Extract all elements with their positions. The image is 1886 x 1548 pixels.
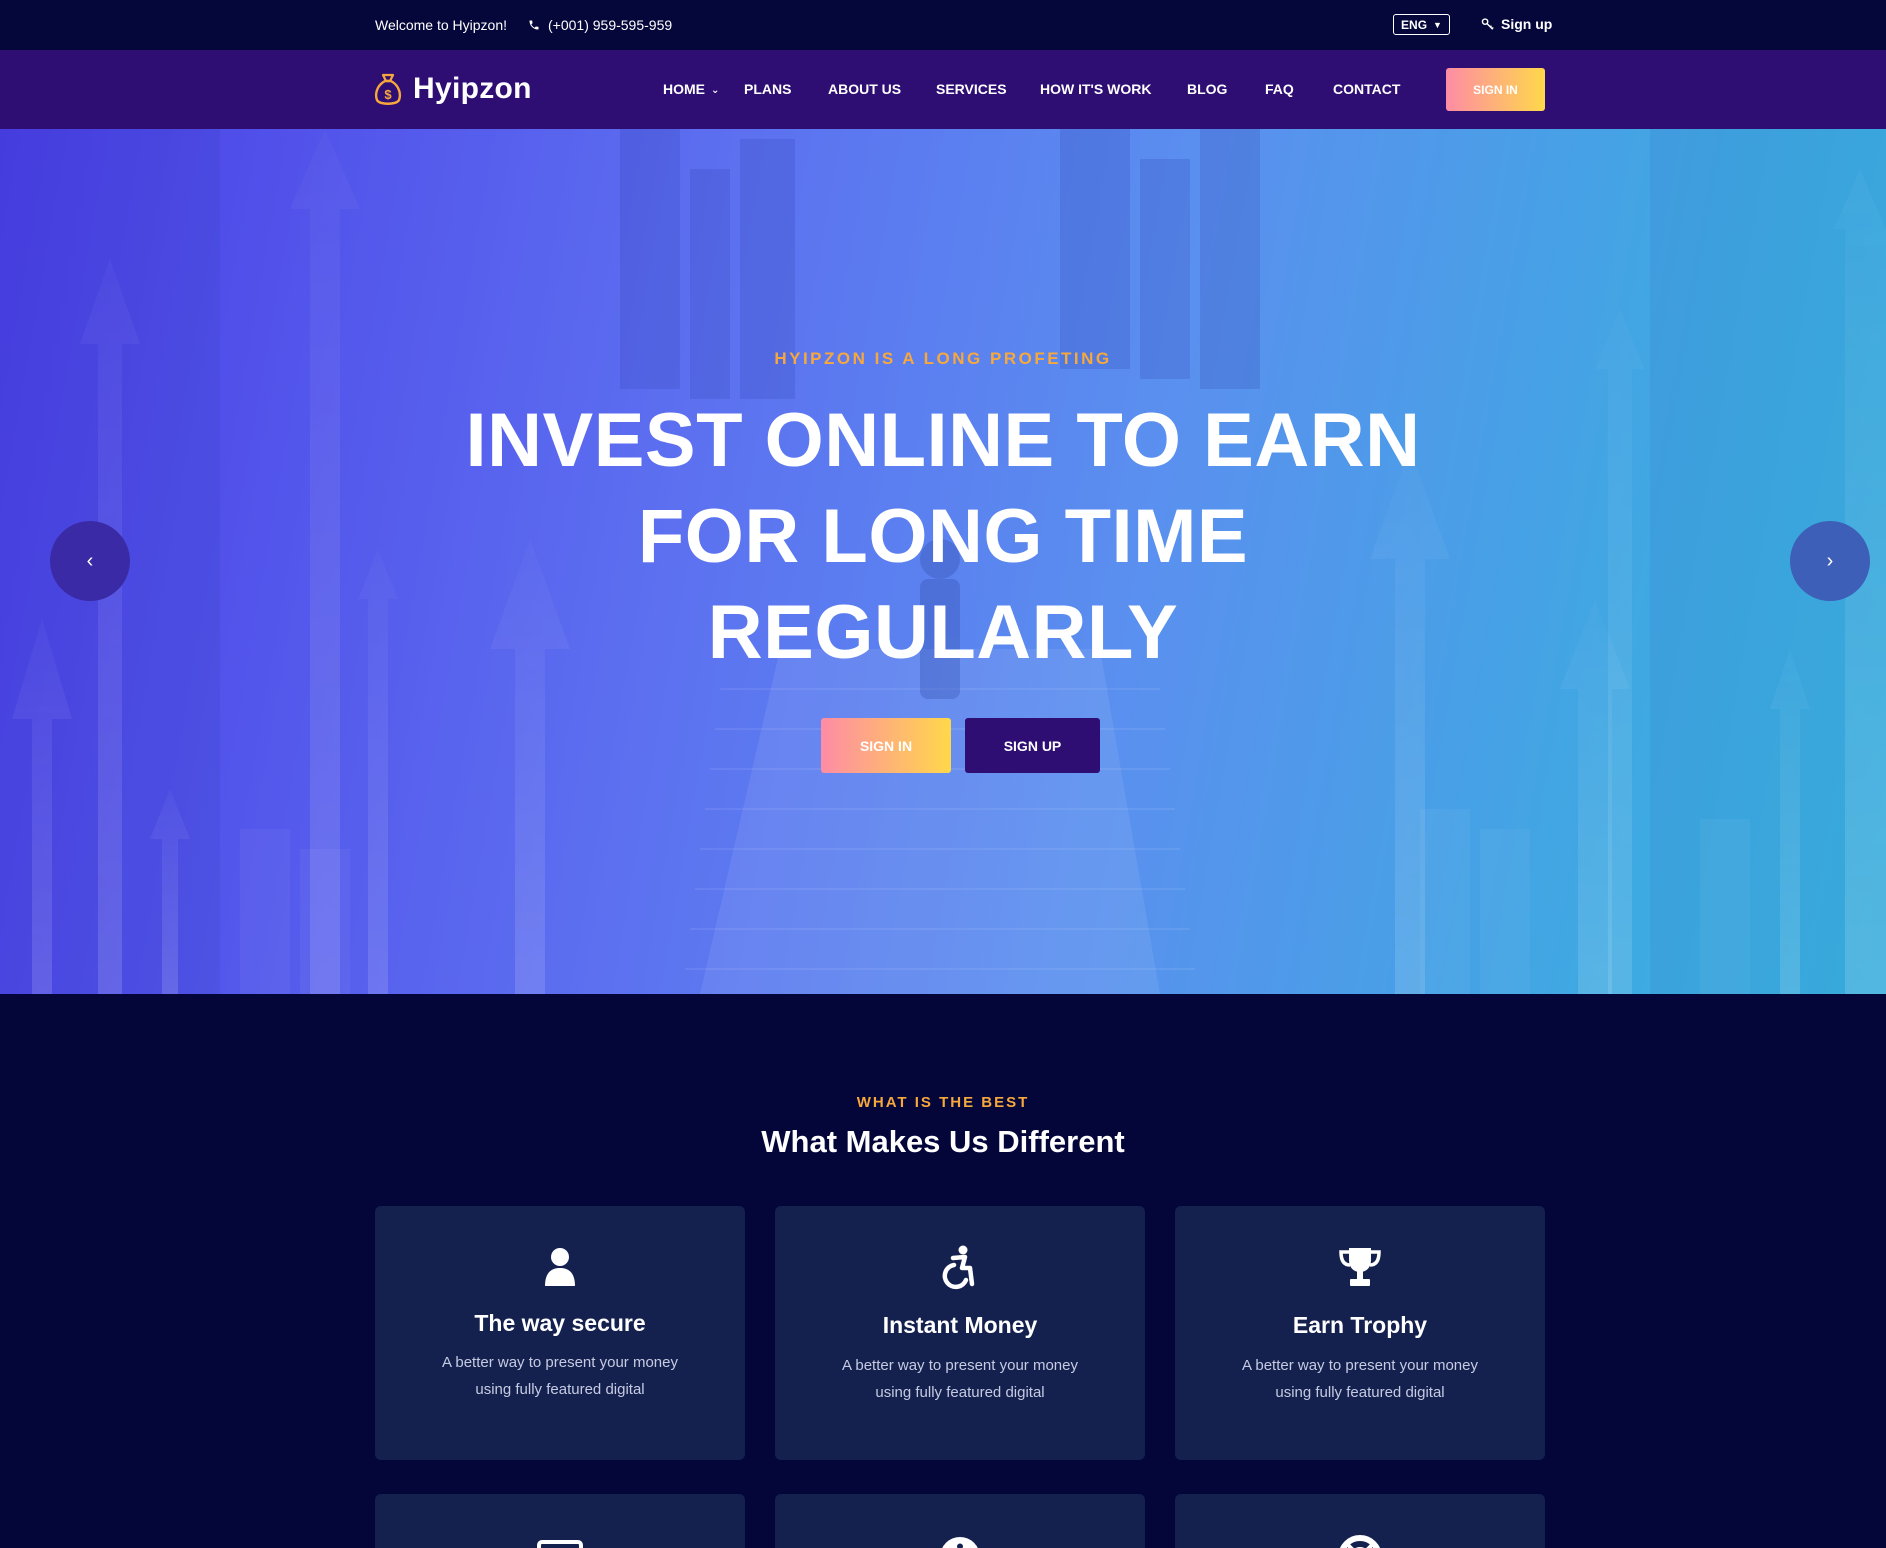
nav-item-about-us[interactable]: ABOUT US [828, 81, 901, 97]
nav-item-blog[interactable]: BLOG [1187, 81, 1227, 97]
hero-headline: INVEST ONLINE TO EARN FOR LONG TIME REGU… [465, 398, 1421, 675]
nav-item-label: BLOG [1187, 81, 1228, 97]
support-icon [1339, 1535, 1381, 1548]
user-icon [545, 1248, 575, 1286]
chevron-down-icon: ⌄ [711, 85, 720, 96]
nav-item-label: HOME [663, 81, 705, 97]
signup-label: Sign up [1501, 16, 1553, 32]
feature-card[interactable] [1175, 1494, 1545, 1548]
feature-card-title: Earn Trophy [1292, 1312, 1428, 1338]
main-navbar: $ Hyipzon HOME ⌄ PLANS ABOUT US SERVICES … [0, 50, 1886, 129]
svg-text:$: $ [384, 87, 392, 102]
info-circle-icon [942, 1537, 978, 1548]
feature-card[interactable]: The way secure A better way to present y… [375, 1206, 745, 1460]
nav-signin-button[interactable]: SIGN IN [1446, 68, 1545, 111]
feature-card[interactable]: Instant Money A better way to present yo… [775, 1206, 1145, 1460]
top-signup-link[interactable]: Sign up [1481, 16, 1552, 32]
nav-item-label: SERVICES [936, 81, 1007, 97]
hero-banner: HYIPZON IS A LONG PROFETING INVEST ONLIN… [0, 129, 1886, 994]
nav-item-home[interactable]: HOME ⌄ [663, 81, 719, 97]
nav-item-how-its-work[interactable]: HOW IT'S WORK [1040, 81, 1151, 97]
nav-item-label: HOW IT'S WORK [1040, 81, 1152, 97]
nav-item-plans[interactable]: PLANS [744, 81, 791, 97]
brand-logo[interactable]: $ Hyipzon [373, 71, 532, 107]
feature-card[interactable] [375, 1494, 745, 1548]
feature-card-title: The way secure [474, 1310, 646, 1336]
nav-item-label: PLANS [744, 81, 792, 97]
nav-item-services[interactable]: SERVICES [936, 81, 1007, 97]
language-select[interactable]: ENG ▼ [1393, 14, 1450, 35]
feature-card-title: Instant Money [882, 1312, 1038, 1338]
feature-card-desc: A better way to present your money using… [1242, 1357, 1478, 1401]
feature-card-icon-wrap [1175, 1244, 1545, 1290]
brand-name: Hyipzon [413, 72, 532, 105]
language-value: ENG [1401, 17, 1428, 32]
nav-item-label: FAQ [1265, 81, 1294, 97]
feature-card[interactable] [775, 1494, 1145, 1548]
key-icon [1481, 18, 1494, 30]
phone-icon [529, 20, 539, 30]
hero-signup-button[interactable]: SIGN UP [965, 718, 1100, 773]
hero-signin-button[interactable]: SIGN IN [821, 718, 951, 773]
accessibility-icon [942, 1245, 975, 1290]
carousel-prev-button[interactable]: ‹ [50, 521, 130, 601]
phone-number: (+001) 959-595-959 [548, 17, 673, 33]
hero-kicker: HYIPZON IS A LONG PROFETING [774, 349, 1112, 368]
chevron-right-icon: › [1826, 549, 1834, 572]
feature-card-icon-wrap [375, 1534, 745, 1548]
nav-item-label: CONTACT [1333, 81, 1401, 97]
feature-card-icon-wrap [375, 1244, 745, 1290]
carousel-next-button[interactable]: › [1790, 521, 1870, 601]
phone-contact[interactable]: (+001) 959-595-959 [528, 17, 672, 33]
chevron-down-icon: ▼ [1433, 19, 1442, 30]
nav-item-label: ABOUT US [828, 81, 902, 97]
features-kicker: WHAT IS THE BEST [856, 1094, 1030, 1111]
money-bill-icon [537, 1540, 583, 1548]
features-title: What Makes Us Different [761, 1124, 1125, 1159]
chevron-left-icon: ‹ [86, 549, 94, 572]
feature-card-icon-wrap [1175, 1534, 1545, 1548]
nav-item-contact[interactable]: CONTACT [1333, 81, 1400, 97]
feature-card-icon-wrap [775, 1244, 1145, 1290]
feature-card-desc: A better way to present your money using… [442, 1354, 678, 1398]
feature-card[interactable]: Earn Trophy A better way to present your… [1175, 1206, 1545, 1460]
feature-card-desc: A better way to present your money using… [842, 1357, 1078, 1401]
features-section: WHAT IS THE BEST What Makes Us Different… [0, 994, 1886, 1548]
feature-card-icon-wrap [775, 1534, 1145, 1548]
top-bar: Welcome to Hyipzon! (+001) 959-595-959 E… [0, 0, 1886, 50]
trophy-icon [1339, 1248, 1381, 1286]
money-bag-icon: $ [374, 73, 402, 105]
nav-item-faq[interactable]: FAQ [1265, 81, 1294, 97]
welcome-text: Welcome to Hyipzon! [375, 17, 508, 33]
